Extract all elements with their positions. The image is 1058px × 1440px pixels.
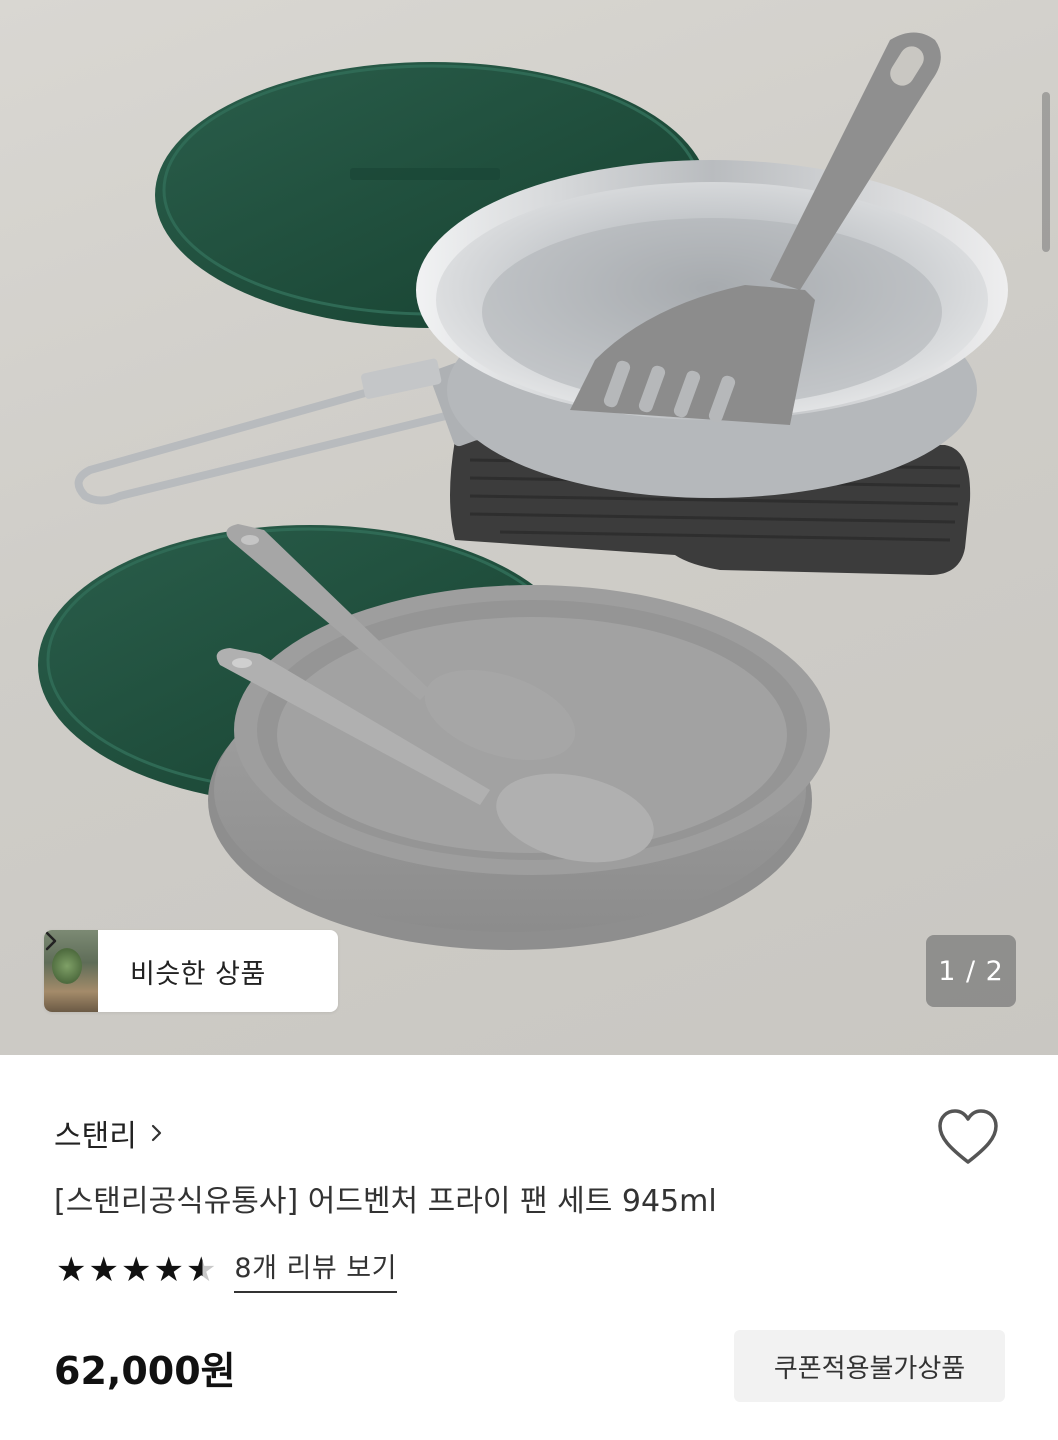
product-photo <box>38 32 1008 950</box>
rating-stars: ★ ★ ★ ★ ★ <box>56 1250 218 1290</box>
product-image-gallery[interactable]: 비슷한 상품 1 / 2 <box>0 0 1058 1055</box>
review-link[interactable]: 8개 리뷰 보기 <box>234 1246 397 1293</box>
image-counter: 1 / 2 <box>926 935 1016 1007</box>
chevron-right-icon <box>151 1123 163 1143</box>
image-scrollbar[interactable] <box>1042 92 1050 252</box>
brand-link[interactable]: 스탠리 <box>54 1111 163 1155</box>
similar-products-label: 비슷한 상품 <box>130 958 266 990</box>
rating-row: ★ ★ ★ ★ ★ 8개 리뷰 보기 <box>56 1246 397 1293</box>
product-title: [스탠리공식유통사] 어드벤처 프라이 팬 세트 945ml <box>54 1184 717 1219</box>
pan-handle <box>74 368 471 505</box>
half-star-icon: ★ <box>185 1249 217 1290</box>
star-icon: ★ <box>56 1249 87 1290</box>
brand-name: 스탠리 <box>54 1119 137 1154</box>
star-icon: ★ <box>153 1249 184 1290</box>
product-price: 62,000원 <box>54 1349 236 1393</box>
coupon-status-badge: 쿠폰적용불가상품 <box>734 1330 1005 1402</box>
similar-products-button[interactable]: 비슷한 상품 <box>44 930 338 1012</box>
star-icon: ★ <box>120 1249 152 1290</box>
star-icon: ★ <box>88 1249 119 1290</box>
wishlist-heart-icon[interactable] <box>936 1108 1000 1168</box>
